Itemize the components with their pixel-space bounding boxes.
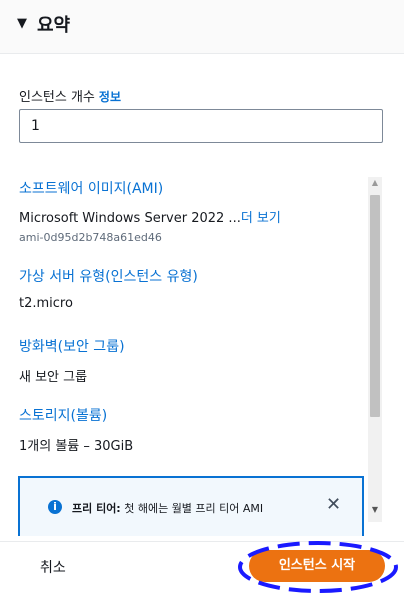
details-scroll-area: 소프트웨어 이미지(AMI) Microsoft Windows Server … [0,162,386,522]
free-tier-alert-text: 프리 티어: 첫 해에는 월별 프리 티어 AMI [72,502,264,515]
info-link[interactable]: 정보 [99,90,121,104]
summary-header[interactable]: ▼ 요약 [0,0,404,54]
ami-value: Microsoft Windows Server 2022 ...더 보기 [19,211,281,226]
more-link[interactable]: 더 보기 [241,211,281,226]
instance-count-input[interactable]: 1 [19,109,383,143]
summary-panel: ▼ 요약 인스턴스 개수 정보 1 소프트웨어 이미지(AMI) Microsof… [0,0,404,597]
instance-type-title[interactable]: 가상 서버 유형(인스턴스 유형) [19,266,198,286]
cancel-button[interactable]: 취소 [40,557,66,577]
scroll-down-icon[interactable]: ▼ [370,505,380,514]
instance-type-value: t2.micro [19,296,73,311]
firewall-title[interactable]: 방화벽(보안 그룹) [19,336,125,356]
storage-title[interactable]: 스토리지(볼륨) [19,405,107,425]
close-icon[interactable]: ✕ [326,494,341,515]
summary-title: 요약 [37,15,71,36]
firewall-value: 새 보안 그룹 [19,370,88,385]
instance-count-label: 인스턴스 개수 정보 [19,90,121,105]
ami-id: ami-0d95d2b748a61ed46 [19,231,162,244]
scrollbar-thumb[interactable] [370,195,380,417]
ami-title[interactable]: 소프트웨어 이미지(AMI) [19,178,163,198]
annotation-highlight-ellipse [238,541,398,593]
scroll-up-icon[interactable]: ▲ [370,178,380,187]
free-tier-alert: i 프리 티어: 첫 해에는 월별 프리 티어 AMI ✕ [18,476,364,536]
caret-down-icon[interactable]: ▼ [17,16,27,31]
info-icon: i [48,500,62,514]
storage-value: 1개의 볼륨 – 30GiB [19,439,134,454]
